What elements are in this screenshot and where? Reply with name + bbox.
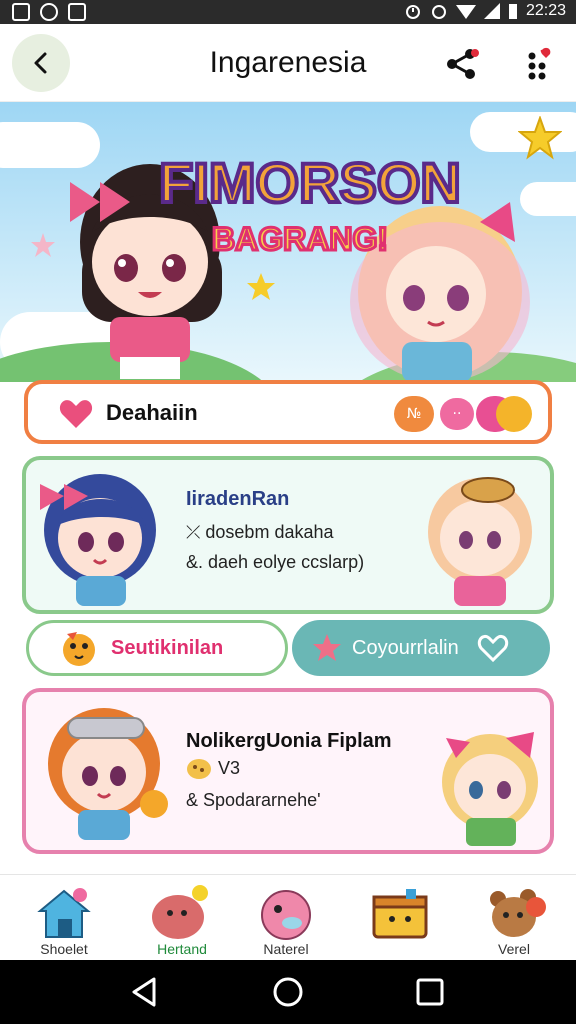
- nav-label: Shoelet: [40, 941, 88, 957]
- gift-box-icon: [372, 889, 428, 939]
- nav-label: Hertand: [157, 941, 207, 957]
- banner-title-line1: FIMORSON: [159, 151, 461, 214]
- card-2-title: NolikergUonia Fiplam: [186, 730, 392, 752]
- banner-title-line2: BAGRANG!: [212, 221, 388, 257]
- blue-hair-character: [40, 474, 156, 606]
- nav-item-verel[interactable]: Verel: [464, 881, 564, 959]
- home-icon: [37, 888, 91, 938]
- battery-icon: [508, 4, 517, 19]
- system-status: 22:23: [404, 2, 566, 20]
- nav-item-hertand[interactable]: Hertand: [132, 881, 232, 959]
- more-vert-icon: [528, 47, 551, 80]
- sparkle-icon: [313, 634, 341, 661]
- card-2-line1: V3: [218, 758, 241, 778]
- app-bar: Ingarenesia: [0, 24, 576, 102]
- card-1-line2: &. daeh eolye ccslarp): [186, 552, 365, 572]
- signal-icon: [483, 3, 500, 19]
- banner-title: FIMORSON BAGRANG!: [157, 149, 463, 259]
- badge-orange[interactable]: №: [394, 396, 434, 432]
- clock: 22:23: [525, 2, 566, 19]
- action-right-label: Coyourrlalin: [352, 636, 459, 659]
- nav-label: Naterel: [263, 941, 309, 957]
- card-1-title: IiradenRan: [186, 488, 290, 510]
- share-icon: [447, 49, 479, 79]
- nav-item-shoelet[interactable]: Shoelet: [14, 881, 114, 959]
- status-bar: 22:23: [0, 0, 576, 24]
- action-left-label: Seutikinilan: [111, 636, 224, 659]
- share-button[interactable]: [444, 46, 480, 82]
- blonde-character: [442, 732, 538, 846]
- recents-square-icon[interactable]: [414, 976, 446, 1008]
- orange-hair-character: [48, 708, 168, 840]
- star-icon: [518, 116, 562, 160]
- hero-banner: FIMORSON BAGRANG!: [0, 102, 576, 382]
- action-button-right[interactable]: Coyourrlalin: [292, 620, 550, 676]
- filter-label: Deahaiin: [106, 400, 198, 425]
- card-1-line1: ⤫ dosebm dakaha: [186, 522, 334, 542]
- alarm-icon: [405, 5, 420, 19]
- bird-icon: [261, 890, 311, 940]
- heart-outline-icon: [477, 634, 508, 662]
- wifi-icon: [455, 5, 476, 19]
- card-2-line2: & Spodararnehe': [186, 790, 321, 810]
- heart-icon: [59, 400, 93, 428]
- action-button-left[interactable]: Seutikinilan: [26, 620, 288, 676]
- elephant-icon: [152, 885, 208, 939]
- nav-item-gift[interactable]: [350, 881, 450, 959]
- nav-label: Verel: [498, 941, 530, 957]
- more-button[interactable]: [520, 46, 556, 82]
- flower-icon: [31, 233, 55, 257]
- character-card-1[interactable]: IiradenRan ⤫ dosebm dakaha &. daeh eolye…: [22, 456, 554, 614]
- pink-hair-character: [428, 477, 532, 606]
- app-icon: [68, 3, 86, 21]
- bird-icon: [63, 632, 95, 666]
- badge-yellow[interactable]: [496, 396, 532, 432]
- alarm-icon-2: [431, 5, 446, 19]
- back-triangle-icon[interactable]: [128, 976, 160, 1008]
- photo-icon: [12, 3, 30, 21]
- bear-icon: [490, 889, 546, 937]
- badge-pink[interactable]: ··: [440, 398, 474, 430]
- sync-icon: [40, 3, 58, 21]
- star-icon: [247, 273, 275, 300]
- notification-icons: [12, 3, 86, 21]
- page-title: Ingarenesia: [209, 46, 367, 79]
- home-circle-icon[interactable]: [272, 976, 304, 1008]
- cookie-icon: [187, 759, 211, 779]
- nav-item-naterel[interactable]: Naterel: [236, 881, 336, 959]
- system-navigation-bar: [0, 960, 576, 1024]
- bottom-navigation: Shoelet Hertand Naterel Verel: [0, 874, 576, 960]
- filter-bar[interactable]: Deahaiin № ··: [24, 380, 552, 444]
- character-card-2[interactable]: NolikergUonia Fiplam V3 & Spodararnehe': [22, 688, 554, 854]
